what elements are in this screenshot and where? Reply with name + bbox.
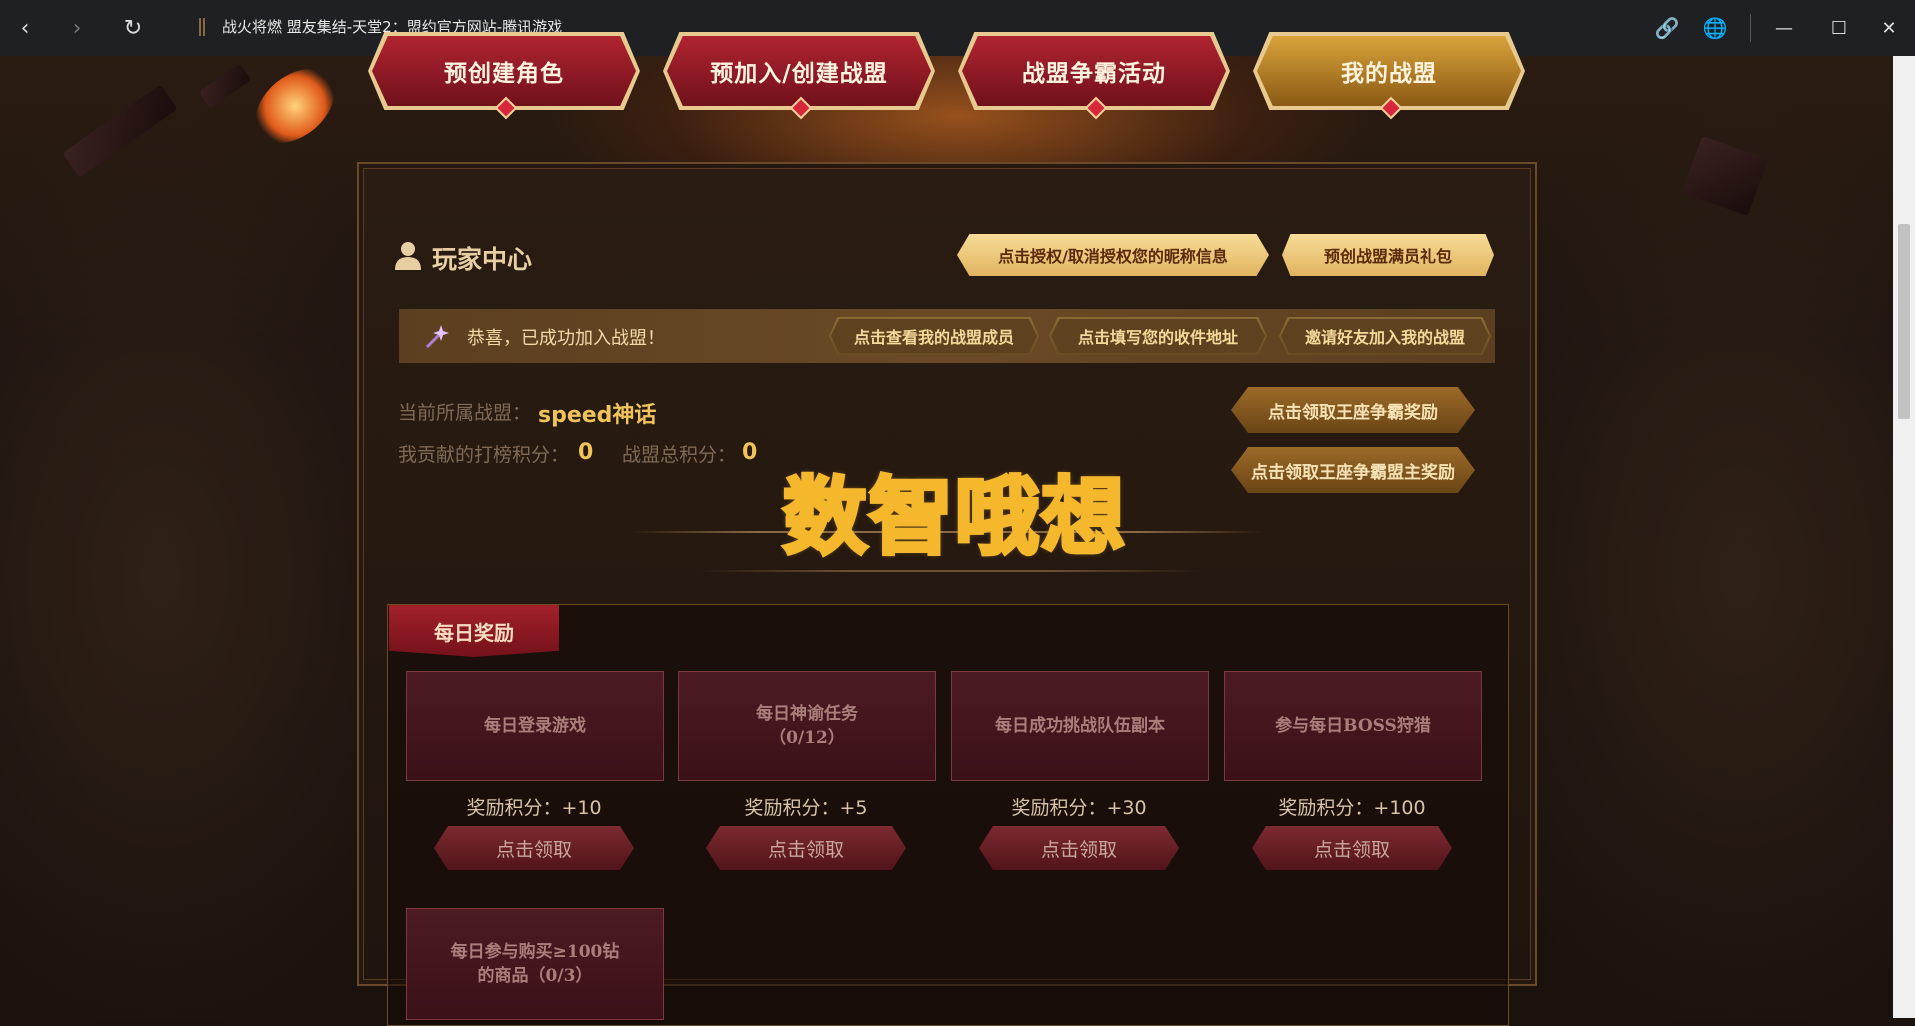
nav-label: 我的战盟	[1341, 60, 1437, 87]
claim-button[interactable]: 点击领取	[434, 826, 634, 870]
reward-label: 奖励积分：	[466, 797, 562, 819]
claim-throne-leader-reward-button[interactable]: 点击领取王座争霸盟主奖励	[1231, 447, 1475, 493]
reload-icon[interactable]: ↻	[118, 13, 148, 43]
decorative-ember	[241, 56, 349, 158]
task-name: 每日成功挑战队伍副本	[995, 716, 1165, 736]
close-icon[interactable]: ✕	[1874, 13, 1904, 43]
button-label: 点击填写您的收件地址	[1077, 328, 1238, 347]
globe-icon[interactable]: 🌐	[1700, 13, 1730, 43]
claim-button[interactable]: 点击领取	[706, 826, 906, 870]
reward-points: 奖励积分：+5	[678, 793, 934, 820]
link-icon[interactable]: 🔗	[1652, 13, 1682, 43]
decorative-shard	[62, 84, 178, 178]
task-card: 每日神谕任务 （0/12）	[678, 671, 936, 781]
nav-label: 预创建角色	[444, 60, 564, 87]
task-card: 每日登录游戏	[406, 671, 664, 781]
task-card: 每日参与购买≥100钻 的商品（0/3）	[406, 908, 664, 1020]
task-card: 每日成功挑战队伍副本	[951, 671, 1209, 781]
contribution-label: 我贡献的打榜积分：	[398, 444, 570, 466]
reward-value: +5	[839, 797, 868, 819]
invite-friends-button[interactable]: 邀请好友加入我的战盟	[1279, 317, 1491, 355]
view-members-button[interactable]: 点击查看我的战盟成员	[829, 317, 1039, 355]
back-icon[interactable]: ‹	[10, 13, 40, 43]
scrollbar-thumb[interactable]	[1898, 224, 1910, 419]
button-label: 点击查看我的战盟成员	[853, 328, 1014, 347]
reward-label: 奖励积分：	[744, 797, 840, 819]
nav-join-create-alliance[interactable]: 预加入/创建战盟	[663, 32, 935, 120]
reward-value: +100	[1373, 797, 1426, 819]
decorative-shard	[198, 63, 252, 109]
claim-button[interactable]: 点击领取	[1252, 826, 1452, 870]
alliance-gift-button[interactable]: 预创战盟满员礼包	[1282, 234, 1494, 276]
join-success-notice: 恭喜，已成功加入战盟！ 点击查看我的战盟成员 点击填写您的收件地址 邀请好友加入…	[399, 309, 1495, 363]
reward-points: 奖励积分：+10	[406, 793, 662, 820]
button-label: 邀请好友加入我的战盟	[1304, 328, 1465, 347]
forward-icon[interactable]: ›	[62, 13, 92, 43]
page-scrollbar[interactable]	[1893, 56, 1915, 1018]
alliance-name: speed神话	[538, 403, 657, 428]
task-name: 参与每日BOSS狩猎	[1275, 716, 1431, 736]
nav-alliance-battle[interactable]: 战盟争霸活动	[958, 32, 1230, 120]
nav-label: 预加入/创建战盟	[710, 60, 888, 87]
nav-label: 战盟争霸活动	[1022, 60, 1166, 87]
maximize-icon[interactable]: ☐	[1824, 13, 1854, 43]
sparkle-icon	[425, 325, 449, 349]
watermark-text: 数智哦想	[781, 466, 1128, 568]
reward-value: +10	[561, 797, 602, 819]
toolbar-divider	[1750, 14, 1751, 42]
decorative-shard	[1681, 135, 1769, 217]
task-card: 参与每日BOSS狩猎	[1224, 671, 1482, 781]
tab-label: 每日奖励	[434, 621, 514, 645]
reward-label: 奖励积分：	[1011, 797, 1107, 819]
auth-nickname-button[interactable]: 点击授权/取消授权您的昵称信息	[957, 234, 1269, 276]
site-favicon-icon	[199, 18, 205, 36]
nav-precreate-character[interactable]: 预创建角色	[368, 32, 640, 120]
fill-address-button[interactable]: 点击填写您的收件地址	[1049, 317, 1267, 355]
nav-my-alliance[interactable]: 我的战盟	[1253, 32, 1525, 120]
daily-rewards-tab[interactable]: 每日奖励	[389, 605, 559, 657]
total-score-label: 战盟总积分：	[622, 444, 737, 466]
reward-label: 奖励积分：	[1278, 797, 1374, 819]
task-name: 每日神谕任务 （0/12）	[756, 704, 858, 748]
reward-points: 奖励积分：+30	[951, 793, 1207, 820]
claim-button[interactable]: 点击领取	[979, 826, 1179, 870]
reward-value: +30	[1106, 797, 1147, 819]
task-name: 每日登录游戏	[484, 716, 586, 736]
page-title: 玩家中心	[432, 245, 533, 274]
minimize-icon[interactable]: —	[1769, 13, 1799, 43]
contribution-value: 0	[578, 440, 594, 465]
total-score-value: 0	[742, 440, 758, 465]
notice-text: 恭喜，已成功加入战盟！	[467, 328, 665, 349]
reward-points: 奖励积分：+100	[1224, 793, 1480, 820]
alliance-label: 当前所属战盟：	[398, 402, 532, 424]
claim-throne-reward-button[interactable]: 点击领取王座争霸奖励	[1231, 387, 1475, 433]
task-name: 每日参与购买≥100钻 的商品（0/3）	[450, 942, 620, 986]
user-icon	[395, 242, 421, 270]
